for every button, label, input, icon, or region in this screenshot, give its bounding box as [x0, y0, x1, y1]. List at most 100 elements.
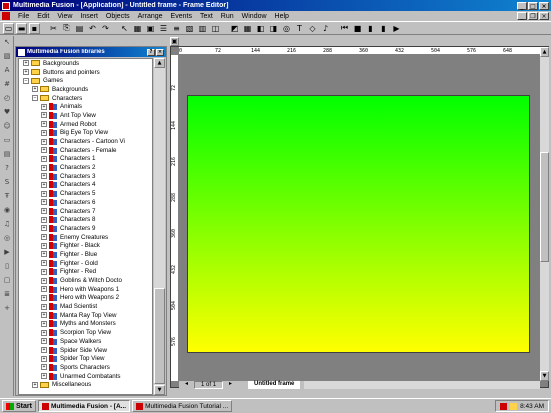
frame-tab[interactable]: Untitled frame	[248, 381, 301, 389]
title-bar[interactable]: Multimedia Fusion - [Application] - Unti…	[0, 0, 551, 11]
expand-icon[interactable]: +	[41, 268, 47, 275]
expand-icon[interactable]: +	[23, 60, 29, 67]
menu-run[interactable]: Run	[217, 13, 238, 20]
tool-string-icon[interactable]: S	[1, 178, 13, 189]
rewind-icon[interactable]: ⏮	[339, 23, 350, 34]
expand-icon[interactable]: +	[41, 329, 47, 336]
task-button-mmf[interactable]: Multimedia Fusion - [A...	[37, 400, 131, 412]
cut-icon[interactable]: ✂	[48, 23, 59, 34]
tree-item-row[interactable]: + Scorpion Top View	[19, 328, 152, 337]
tree-item-row[interactable]: + Armed Robot	[19, 120, 152, 129]
picture-icon[interactable]: ▧	[184, 23, 195, 34]
tree-item-row[interactable]: + Characters 5	[19, 189, 152, 198]
menu-file[interactable]: File	[14, 13, 33, 20]
expand-icon[interactable]: +	[41, 338, 47, 345]
tree-item-row[interactable]: + Sports Characters	[19, 363, 152, 372]
tool-backdrop-icon[interactable]: ▤	[1, 150, 13, 161]
expand-icon[interactable]: +	[32, 381, 38, 388]
expand-icon[interactable]: +	[41, 112, 47, 119]
library-tree[interactable]: + Backgrounds + Buttons and pointers − Games +…	[18, 58, 153, 395]
tool-more-icon[interactable]: +	[1, 304, 13, 315]
tree-folder-row[interactable]: + Miscellaneous	[19, 380, 152, 389]
pointer-icon[interactable]: ↖	[119, 23, 130, 34]
sound-icon[interactable]: ♪	[320, 23, 331, 34]
stop-icon[interactable]: ■	[352, 23, 363, 34]
menu-help[interactable]: Help	[271, 13, 293, 20]
expand-icon[interactable]: +	[41, 155, 47, 162]
tree-item-row[interactable]: + Big Eye Top View	[19, 129, 152, 138]
step-icon[interactable]: ▮	[378, 23, 389, 34]
doc-restore-button[interactable]: ❐	[528, 12, 538, 20]
text-tool-icon[interactable]: T	[294, 23, 305, 34]
tree-item-row[interactable]: + Goblins & Witch Docto	[19, 276, 152, 285]
tool-video-icon[interactable]: ▶	[1, 248, 13, 259]
tree-item-row[interactable]: + Hero with Weapons 2	[19, 294, 152, 303]
open-folder-icon[interactable]: ▬	[16, 22, 27, 34]
tree-item-row[interactable]: + Characters 9	[19, 224, 152, 233]
tool-lives-icon[interactable]: ♥	[1, 108, 13, 119]
tree-item-row[interactable]: + Fighter - Red	[19, 268, 152, 277]
event-editor-icon[interactable]: ☰	[158, 23, 169, 34]
expand-icon[interactable]: +	[41, 208, 47, 215]
doc-close-button[interactable]: ×	[539, 12, 549, 20]
tree-item-row[interactable]: + Fighter - Blue	[19, 250, 152, 259]
library-help-button[interactable]: ?	[147, 48, 155, 56]
tree-item-row[interactable]: + Manta Ray Top View	[19, 311, 152, 320]
expand-icon[interactable]: +	[41, 277, 47, 284]
tool-quickbackdrop-icon[interactable]: ▭	[1, 136, 13, 147]
minimize-button[interactable]: _	[517, 1, 527, 10]
app-icon[interactable]	[2, 1, 10, 10]
clock[interactable]: 8:43 AM	[520, 403, 544, 410]
expand-icon[interactable]: +	[41, 199, 47, 206]
expand-icon[interactable]: +	[41, 373, 47, 380]
tree-item-row[interactable]: + Spider Top View	[19, 354, 152, 363]
expand-icon[interactable]: +	[41, 216, 47, 223]
expand-icon[interactable]: +	[41, 225, 47, 232]
tool-animation-icon[interactable]: ◉	[1, 206, 13, 217]
expand-icon[interactable]: +	[41, 147, 47, 154]
tray-app-icon[interactable]	[500, 402, 508, 410]
copy-icon[interactable]: ⎘	[61, 23, 72, 34]
tool-score-icon[interactable]: ◴	[1, 94, 13, 105]
tree-item-row[interactable]: + Characters 4	[19, 181, 152, 190]
layers-icon[interactable]: ◧	[255, 23, 266, 34]
collapse-icon[interactable]: −	[32, 95, 38, 102]
expand-icon[interactable]: +	[41, 294, 47, 301]
tree-item-row[interactable]: + Characters 3	[19, 172, 152, 181]
tree-item-row[interactable]: + Characters 6	[19, 198, 152, 207]
expand-icon[interactable]: +	[41, 251, 47, 258]
editor-scroll-up-icon[interactable]: ▲	[540, 47, 549, 57]
tree-item-row[interactable]: + Enemy Creatures	[19, 233, 152, 242]
editor-horizontal-scrollbar[interactable]	[304, 381, 540, 389]
tree-folder-row[interactable]: − Characters	[19, 94, 152, 103]
expand-icon[interactable]: +	[41, 103, 47, 110]
tree-folder-row[interactable]: − Games	[19, 76, 152, 85]
expand-icon[interactable]: +	[41, 129, 47, 136]
properties-icon[interactable]: ◫	[210, 23, 221, 34]
menu-view[interactable]: View	[53, 13, 76, 20]
document-icon[interactable]	[2, 12, 10, 20]
play-icon[interactable]: ▶	[391, 23, 402, 34]
pause-icon[interactable]: ▮	[365, 23, 376, 34]
paste-icon[interactable]: ▤	[74, 23, 85, 34]
tree-item-row[interactable]: + Space Walkers	[19, 337, 152, 346]
tree-item-row[interactable]: + Unarmed Combatants	[19, 372, 152, 381]
tray-speaker-icon[interactable]	[510, 402, 518, 410]
zoom-icon[interactable]: ◎	[281, 23, 292, 34]
tool-formatted-text-icon[interactable]: Ŧ	[1, 192, 13, 203]
editor-scroll-down-icon[interactable]: ▼	[540, 371, 549, 381]
maximize-button[interactable]: □	[528, 1, 538, 10]
close-button[interactable]: ×	[539, 1, 549, 10]
frame-editor-icon[interactable]: ▣	[145, 23, 156, 34]
undo-icon[interactable]: ↶	[87, 23, 98, 34]
collapse-icon[interactable]: −	[23, 77, 29, 84]
tree-item-row[interactable]: + Spider Side View	[19, 346, 152, 355]
page-nav-next-icon[interactable]: ▸	[223, 381, 238, 389]
menu-objects[interactable]: Objects	[102, 13, 134, 20]
menu-text[interactable]: Text	[196, 13, 217, 20]
new-file-icon[interactable]: ▭	[3, 22, 14, 34]
menu-events[interactable]: Events	[167, 13, 196, 20]
expand-icon[interactable]: +	[41, 347, 47, 354]
save-icon[interactable]: ▪	[29, 22, 40, 34]
library-icon[interactable]: ▥	[197, 23, 208, 34]
